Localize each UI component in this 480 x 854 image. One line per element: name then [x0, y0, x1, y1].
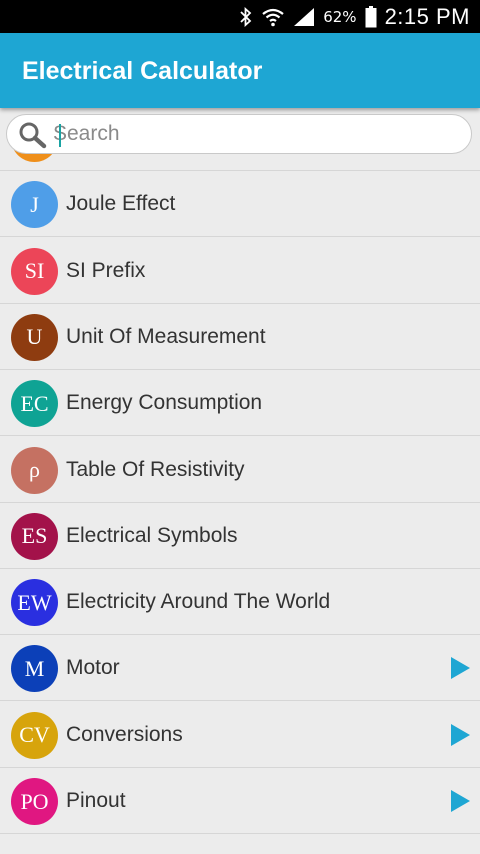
- battery-icon: [365, 5, 377, 28]
- item-avatar: ρ: [11, 446, 58, 494]
- list-item[interactable]: SI SI Prefix: [0, 238, 480, 304]
- battery-percent: 62%: [323, 7, 357, 26]
- clock: 2:15 PM: [384, 3, 470, 29]
- item-avatar: CV: [11, 711, 58, 759]
- expand-arrow-icon[interactable]: [451, 657, 470, 680]
- item-avatar: M: [11, 645, 58, 693]
- item-avatar: ES: [11, 512, 58, 560]
- wifi-icon: [261, 7, 285, 27]
- item-avatar: EC: [11, 380, 58, 428]
- list-item[interactable]: J Joule Effect: [0, 171, 480, 238]
- item-avatar: J: [11, 181, 58, 229]
- item-avatar: U: [11, 313, 58, 361]
- item-label: Unit Of Measurement: [66, 324, 266, 348]
- text-cursor: [59, 124, 61, 147]
- search-input[interactable]: [53, 119, 453, 149]
- bluetooth-icon: [239, 6, 253, 27]
- signal-icon: [293, 7, 315, 27]
- expand-arrow-icon[interactable]: [451, 723, 470, 746]
- expand-arrow-icon[interactable]: [451, 790, 470, 812]
- item-label: Joule Effect: [66, 192, 176, 216]
- list-item[interactable]: EC Energy Consumption: [0, 370, 480, 437]
- calculator-list[interactable]: TTransformerJJoule EffectSISI PrefixUUni…: [0, 125, 480, 854]
- item-label: Table Of Resistivity: [66, 457, 245, 481]
- app-title: Electrical Calculator: [22, 57, 263, 85]
- item-label: Motor: [66, 656, 120, 680]
- app-bar: Electrical Calculator: [0, 33, 480, 108]
- item-label: Electrical Symbols: [66, 523, 238, 547]
- list-item[interactable]: M Motor: [0, 635, 480, 702]
- item-avatar: EW: [11, 579, 58, 627]
- status-bar: 62% 2:15 PM: [0, 0, 480, 33]
- item-label: SI Prefix: [66, 258, 146, 282]
- list-item[interactable]: EW Electricity Around The World: [0, 569, 480, 636]
- list-item[interactable]: CV Conversions: [0, 702, 480, 768]
- item-avatar: PO: [11, 778, 58, 825]
- list-item[interactable]: ρ Table Of Resistivity: [0, 437, 480, 503]
- item-label: Conversions: [66, 722, 183, 746]
- item-label: Energy Consumption: [66, 391, 263, 415]
- item-label: Pinout: [66, 789, 126, 812]
- list-item[interactable]: ES Electrical Symbols: [0, 503, 480, 569]
- item-avatar: SI: [11, 247, 58, 295]
- list-item[interactable]: U Unit Of Measurement: [0, 304, 480, 370]
- search-icon: [18, 121, 48, 154]
- item-label: Electricity Around The World: [66, 590, 331, 614]
- search-bar: [0, 108, 480, 160]
- search-box[interactable]: [6, 114, 472, 154]
- list-item[interactable]: PO Pinout: [0, 768, 480, 834]
